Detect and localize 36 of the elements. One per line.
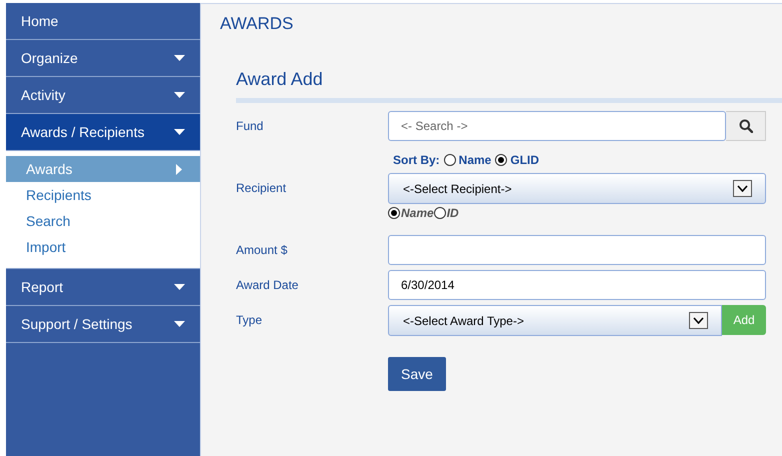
page-title: AWARDS	[220, 14, 294, 34]
award-date-field[interactable]: 6/30/2014	[388, 270, 766, 300]
radio-button[interactable]	[495, 154, 508, 166]
dropdown-caret-icon	[689, 312, 708, 329]
award-type-select[interactable]: <-Select Award Type->	[388, 305, 722, 336]
radio-button[interactable]	[388, 207, 400, 219]
submenu-item[interactable]: Import	[6, 234, 200, 260]
caret-down-icon	[174, 55, 185, 61]
section-title: Award Add	[236, 69, 324, 90]
sort-by-label: Sort By:	[393, 153, 440, 167]
caret-down-icon	[174, 321, 185, 327]
recipient-select[interactable]: <-Select Recipient->	[388, 173, 766, 204]
caret-down-icon	[174, 284, 185, 290]
radio-button[interactable]	[434, 207, 446, 219]
submenu-item[interactable]: Recipients	[6, 182, 200, 208]
search-icon	[738, 119, 752, 133]
nav-item[interactable]: Awards / Recipients	[6, 114, 200, 151]
field-label: Recipient	[236, 180, 288, 197]
fund-search-field[interactable]: <- Search ->	[388, 111, 726, 141]
caret-down-icon	[174, 129, 185, 135]
amount-field[interactable]	[388, 235, 766, 265]
radio-label: Name	[458, 153, 492, 167]
field-label: Fund	[236, 118, 264, 135]
radio-label: Name	[401, 206, 434, 220]
radio-label: ID	[446, 206, 459, 220]
radio-label: GLID	[510, 153, 540, 167]
caret-down-icon	[174, 92, 185, 98]
caret-right-icon	[176, 164, 182, 174]
field-label: Award Date	[236, 277, 300, 294]
save-button[interactable]: Save	[388, 357, 446, 391]
field-label: Type	[236, 312, 264, 329]
dropdown-caret-icon	[733, 180, 752, 197]
search-button[interactable]	[726, 111, 766, 141]
field-label: Amount $	[236, 242, 288, 259]
submenu-item[interactable]: Search	[6, 208, 200, 234]
radio-button[interactable]	[444, 154, 456, 166]
